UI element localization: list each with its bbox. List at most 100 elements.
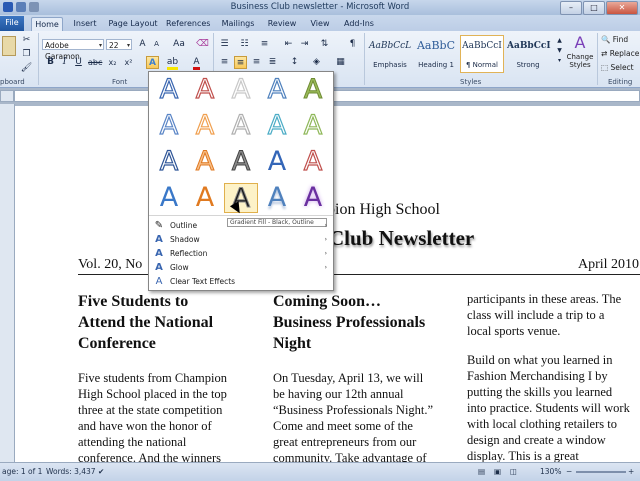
text-effect-option[interactable]: A [296, 146, 330, 177]
zoom-slider[interactable] [576, 471, 626, 473]
style-emphasis[interactable]: AaBbCcL Emphasis [368, 35, 412, 73]
multilevel-list-icon[interactable]: ≡ [258, 38, 271, 51]
change-styles-label[interactable]: Change Styles [565, 53, 595, 69]
menu-item-glow[interactable]: A Glow › [149, 261, 333, 275]
close-button[interactable]: ✕ [606, 1, 638, 15]
shrink-font-icon[interactable]: A [150, 38, 163, 51]
print-layout-icon[interactable]: ▤ [478, 467, 485, 476]
chevron-down-icon: ▾ [98, 42, 102, 49]
zoom-in-icon[interactable]: + [628, 467, 634, 476]
menu-item-outline[interactable]: ✎ Outline › [149, 219, 333, 233]
text-effect-option[interactable]: A [188, 183, 222, 213]
style-normal[interactable]: AaBbCcI ¶ Normal [460, 35, 504, 73]
group-label-styles: Styles [460, 78, 482, 86]
clear-formatting-icon[interactable]: ⌫ [196, 38, 209, 51]
page-count[interactable]: age: 1 of 1 [2, 467, 42, 476]
text-effect-option[interactable]: A [260, 183, 294, 213]
tab-page-layout[interactable]: Page Layout [108, 17, 158, 31]
text-effects-gallery: A A A A A A A A A A A A A A A A A A A A … [148, 71, 334, 291]
format-painter-icon[interactable]: 🖌 [20, 62, 33, 75]
text-effect-option[interactable]: A [152, 110, 186, 141]
text-effect-option[interactable]: A [152, 146, 186, 177]
text-effect-option[interactable]: A [296, 183, 330, 213]
grow-font-icon[interactable]: A [136, 38, 149, 51]
bullets-icon[interactable]: ☰ [218, 38, 231, 51]
font-color-icon[interactable]: A [190, 56, 203, 70]
tab-file[interactable]: File [0, 16, 24, 31]
tab-selector[interactable] [0, 90, 14, 102]
bold-button[interactable]: B [44, 56, 57, 69]
proofing-icon[interactable]: ✔ [98, 467, 104, 476]
sort-icon[interactable]: ⇅ [318, 38, 331, 51]
text-effect-option[interactable]: A [224, 74, 258, 105]
strikethrough-button[interactable]: abc [88, 56, 102, 69]
maximize-button[interactable]: □ [583, 1, 605, 15]
tab-home[interactable]: Home [31, 17, 63, 32]
zoom-level[interactable]: 130% [540, 467, 561, 476]
text-effect-option[interactable]: A [224, 110, 258, 141]
tab-mailings[interactable]: Mailings [220, 17, 256, 31]
volume-number: Vol. 20, No [78, 257, 143, 272]
increase-indent-icon[interactable]: ⇥ [298, 38, 311, 51]
text-effect-option[interactable]: A [260, 74, 294, 105]
text-effect-option[interactable]: A [296, 74, 330, 105]
change-case-icon[interactable]: Aa [170, 38, 188, 51]
subscript-button[interactable]: x₂ [106, 56, 119, 69]
text-effect-option[interactable]: A [224, 146, 258, 177]
text-effect-option[interactable]: A [188, 110, 222, 141]
text-effect-option[interactable]: A [260, 147, 294, 177]
menu-item-reflection[interactable]: A Reflection › [149, 247, 333, 261]
align-right-icon[interactable]: ≡ [250, 56, 263, 69]
full-screen-icon[interactable]: ▣ [494, 467, 501, 476]
menu-item-shadow[interactable]: A Shadow › [149, 233, 333, 247]
zoom-out-icon[interactable]: − [566, 467, 572, 476]
minimize-button[interactable]: – [560, 1, 582, 15]
justify-icon[interactable]: ≣ [266, 56, 279, 69]
replace-button[interactable]: ⇄ Replace [601, 49, 639, 58]
tab-references[interactable]: References [166, 17, 210, 31]
gallery-divider [149, 215, 333, 216]
italic-button[interactable]: I [58, 56, 71, 69]
tab-add-ins[interactable]: Add-Ins [342, 17, 376, 31]
style-strong[interactable]: AaBbCcI Strong [506, 35, 551, 73]
highlight-color-icon[interactable]: ab [166, 56, 179, 70]
issue-date: April 2010 [578, 257, 640, 272]
underline-button[interactable]: U [72, 56, 85, 69]
glow-icon: A [155, 262, 163, 273]
align-left-icon[interactable]: ≡ [218, 56, 231, 69]
school-name: pion High School [327, 201, 440, 218]
text-effect-option[interactable]: A [152, 74, 186, 105]
style-heading-1[interactable]: AaBbC Heading 1 [414, 35, 458, 73]
select-button[interactable]: ⬚ Select [601, 63, 634, 72]
title-bar: Business Club newsletter - Microsoft Wor… [0, 0, 640, 15]
tab-insert[interactable]: Insert [70, 17, 100, 31]
line-spacing-icon[interactable]: ↕ [288, 56, 301, 69]
borders-icon[interactable]: ▦ [334, 56, 347, 69]
text-effect-option[interactable]: A [188, 74, 222, 105]
paste-icon[interactable] [2, 36, 16, 56]
col3-body-2: Build on what you learned in Fashion Merc… [467, 353, 630, 462]
text-effect-option[interactable]: A [152, 183, 186, 213]
decrease-indent-icon[interactable]: ⇤ [282, 38, 295, 51]
cut-icon[interactable]: ✂ [20, 34, 33, 47]
word-count[interactable]: Words: 3,437 [46, 467, 96, 476]
text-effect-option[interactable]: A [188, 146, 222, 177]
numbering-icon[interactable]: ☷ [238, 38, 251, 51]
superscript-button[interactable]: x² [122, 56, 135, 69]
tab-review[interactable]: Review [266, 17, 298, 31]
change-styles-icon[interactable]: A [569, 34, 591, 52]
menu-item-clear-text-effects[interactable]: A Clear Text Effects [149, 275, 333, 289]
text-effects-button[interactable]: A [146, 56, 159, 69]
tab-view[interactable]: View [307, 17, 333, 31]
vertical-ruler[interactable] [0, 104, 15, 462]
text-effect-option[interactable]: A [260, 110, 294, 141]
text-effect-option[interactable]: A [296, 110, 330, 141]
show-formatting-icon[interactable]: ¶ [346, 38, 359, 51]
find-button[interactable]: 🔍 Find [601, 35, 628, 44]
font-name-combo[interactable]: Adobe Garamon ▾ [42, 39, 104, 61]
copy-icon[interactable]: ❐ [20, 48, 33, 61]
web-layout-icon[interactable]: ◫ [510, 467, 517, 476]
shading-icon[interactable]: ◈ [310, 56, 323, 69]
font-size-combo[interactable]: 22 ▾ [106, 39, 132, 50]
align-center-icon[interactable]: ≡ [234, 56, 247, 69]
